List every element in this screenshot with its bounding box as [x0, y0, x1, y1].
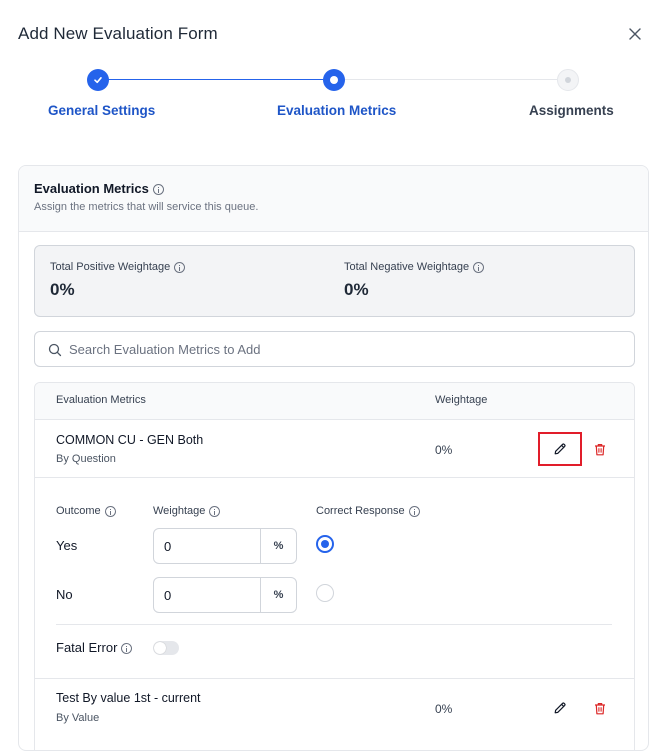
metric-name: Test By value 1st - current — [56, 691, 201, 705]
metric-weightage: 0% — [435, 443, 453, 457]
table-row[interactable]: Test By value 1st - current By Value 0% — [35, 679, 634, 750]
info-icon[interactable] — [473, 261, 485, 273]
table-row[interactable]: COMMON CU - GEN Both By Question 0% — [35, 420, 634, 478]
close-icon[interactable] — [627, 26, 643, 42]
outcome-header: Outcome — [56, 505, 101, 517]
delete-metric-button[interactable] — [591, 440, 609, 458]
correct-response-header: Correct Response — [316, 505, 405, 517]
panel-title-wrap: Evaluation Metrics — [34, 181, 164, 196]
total-negative-label: Total Negative Weightage — [344, 261, 470, 273]
total-negative-value: 0% — [344, 280, 369, 299]
panel-subtitle: Assign the metrics that will service thi… — [34, 201, 259, 213]
no-weightage-input[interactable] — [164, 578, 254, 612]
metric-weightage: 0% — [435, 702, 453, 716]
weightage-summary: Total Positive Weightage 0% Total Negati… — [34, 245, 635, 317]
table-header: Evaluation Metrics Weightage — [35, 383, 634, 420]
evaluation-metrics-panel: Evaluation Metrics Assign the metrics th… — [18, 165, 649, 751]
info-icon[interactable] — [121, 643, 133, 655]
metric-details: Outcome Weightage Correct Response Yes %… — [35, 479, 634, 679]
step-general-settings[interactable]: General Settings — [48, 103, 155, 118]
yes-weightage-input[interactable] — [164, 529, 254, 563]
total-positive-label-wrap: Total Positive Weightage — [50, 261, 186, 273]
divider — [56, 624, 612, 625]
pencil-icon — [554, 702, 566, 714]
total-positive-value: 0% — [50, 280, 75, 299]
fatal-error-label: Fatal Error — [56, 640, 118, 655]
fatal-error-label-wrap: Fatal Error — [56, 640, 133, 655]
stepper-line-pending — [345, 79, 557, 80]
step-evaluation-metrics[interactable]: Evaluation Metrics — [277, 103, 396, 118]
total-positive-label: Total Positive Weightage — [50, 261, 171, 273]
trash-icon — [595, 702, 605, 714]
outcome-header-wrap: Outcome — [56, 505, 116, 517]
metric-name: COMMON CU - GEN Both — [56, 433, 204, 447]
info-icon[interactable] — [174, 261, 186, 273]
stepper-line-completed — [108, 79, 323, 80]
column-header-metrics: Evaluation Metrics — [56, 394, 146, 406]
option-label-no: No — [56, 587, 73, 602]
search-icon — [48, 343, 62, 357]
fatal-error-toggle[interactable] — [153, 641, 179, 655]
info-icon[interactable] — [209, 505, 221, 517]
metrics-table: Evaluation Metrics Weightage COMMON CU -… — [34, 382, 635, 750]
dialog-title: Add New Evaluation Form — [18, 24, 218, 43]
percent-unit: % — [260, 578, 296, 612]
trash-icon — [595, 443, 605, 455]
option-label-yes: Yes — [56, 538, 78, 553]
edit-metric-button[interactable] — [538, 691, 582, 725]
weightage-header-wrap: Weightage — [153, 505, 221, 517]
yes-weightage-field[interactable]: % — [153, 528, 297, 564]
info-icon[interactable] — [104, 505, 116, 517]
check-icon — [94, 77, 102, 84]
total-negative-label-wrap: Total Negative Weightage — [344, 261, 485, 273]
step-2-marker[interactable] — [323, 69, 345, 91]
panel-header: Evaluation Metrics Assign the metrics th… — [19, 166, 648, 232]
percent-unit: % — [260, 529, 296, 563]
search-input[interactable] — [69, 332, 619, 366]
weightage-header: Weightage — [153, 505, 206, 517]
step-assignments[interactable]: Assignments — [529, 103, 614, 118]
metric-type: By Value — [56, 712, 100, 724]
correct-response-header-wrap: Correct Response — [316, 505, 420, 517]
edit-metric-button[interactable] — [538, 432, 582, 466]
info-icon[interactable] — [152, 184, 164, 196]
info-icon[interactable] — [408, 505, 420, 517]
yes-correct-radio[interactable] — [316, 535, 334, 553]
step-1-marker[interactable] — [87, 69, 109, 91]
metric-search[interactable] — [34, 331, 635, 367]
metric-type: By Question — [56, 453, 116, 465]
panel-title: Evaluation Metrics — [34, 181, 149, 196]
step-3-marker[interactable] — [557, 69, 579, 91]
column-header-weightage: Weightage — [435, 394, 488, 406]
pencil-icon — [554, 443, 566, 455]
delete-metric-button[interactable] — [591, 699, 609, 717]
no-weightage-field[interactable]: % — [153, 577, 297, 613]
no-correct-radio[interactable] — [316, 584, 334, 602]
